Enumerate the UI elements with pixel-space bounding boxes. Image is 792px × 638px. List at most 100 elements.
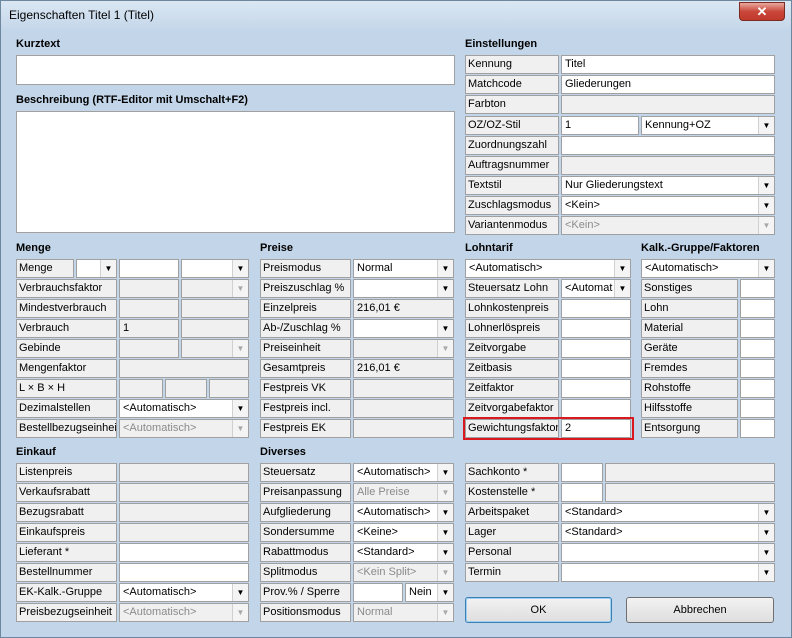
gebinde-select[interactable]: ▼ — [181, 339, 249, 358]
ozstil-select[interactable]: Kennung+OZ ▼ — [641, 116, 775, 135]
arbeitspaket-select[interactable]: <Standard> ▼ — [561, 503, 775, 522]
preisbezugseinheit-select[interactable]: <Automatisch> ▼ — [119, 603, 249, 622]
oz-input[interactable]: 1 — [561, 116, 639, 135]
preisanpassung-select[interactable]: Alle Preise ▼ — [353, 483, 454, 502]
zuschlagsmodus-select[interactable]: <Kein> ▼ — [561, 196, 775, 215]
lohnkostenpreis-input[interactable] — [561, 299, 631, 318]
gewichtungsfaktor-input[interactable]: 2 — [561, 419, 631, 438]
chevron-down-icon[interactable]: ▼ — [437, 504, 453, 521]
abzuschlag-select[interactable]: ▼ — [353, 319, 454, 338]
personal-select[interactable]: ▼ — [561, 543, 775, 562]
kalk-row-input[interactable] — [740, 419, 775, 438]
festpreis-ek-field[interactable] — [353, 419, 454, 438]
chevron-down-icon[interactable]: ▼ — [437, 544, 453, 561]
abbrechen-button[interactable]: Abbrechen — [626, 597, 774, 623]
sachkonto-input[interactable] — [561, 463, 603, 482]
sachkonto-name-field[interactable] — [605, 463, 775, 482]
chevron-down-icon[interactable]: ▼ — [758, 260, 774, 277]
zeitvorgabe-input[interactable] — [561, 339, 631, 358]
chevron-down-icon[interactable]: ▼ — [232, 420, 248, 437]
variantenmodus-select[interactable]: <Kein> ▼ — [561, 216, 775, 235]
preiseinheit-select[interactable]: ▼ — [353, 339, 454, 358]
title-bar[interactable]: Eigenschaften Titel 1 (Titel) ✕ — [1, 1, 791, 29]
chevron-down-icon[interactable]: ▼ — [437, 280, 453, 297]
beschreibung-editor[interactable] — [16, 111, 455, 233]
kalk-select[interactable]: <Automatisch> ▼ — [641, 259, 775, 278]
kalk-row-input[interactable] — [740, 319, 775, 338]
kalk-row-input[interactable] — [740, 399, 775, 418]
prov-input[interactable] — [353, 583, 403, 602]
chevron-down-icon[interactable]: ▼ — [437, 484, 453, 501]
verbrauchsfaktor-field[interactable] — [119, 279, 179, 298]
kalk-row-input[interactable] — [740, 379, 775, 398]
kalk-row-input[interactable] — [740, 339, 775, 358]
chevron-down-icon[interactable]: ▼ — [758, 564, 774, 581]
steuersatz-select[interactable]: <Automatisch> ▼ — [353, 463, 454, 482]
preiszuschlag-select[interactable]: ▼ — [353, 279, 454, 298]
chevron-down-icon[interactable]: ▼ — [758, 177, 774, 194]
preismodus-select[interactable]: Normal ▼ — [353, 259, 454, 278]
chevron-down-icon[interactable]: ▼ — [758, 197, 774, 214]
chevron-down-icon[interactable]: ▼ — [232, 400, 248, 417]
bestellbezugseinheit-select[interactable]: <Automatisch> ▼ — [119, 419, 249, 438]
chevron-down-icon[interactable]: ▼ — [437, 320, 453, 337]
zuordnungszahl-input[interactable] — [561, 136, 775, 155]
einkaufspreis-field[interactable] — [119, 523, 249, 542]
bezugsrabatt-field[interactable] — [119, 503, 249, 522]
chevron-down-icon[interactable]: ▼ — [232, 260, 248, 277]
breite-field[interactable] — [165, 379, 207, 398]
chevron-down-icon[interactable]: ▼ — [758, 544, 774, 561]
lohnerloespreis-input[interactable] — [561, 319, 631, 338]
chevron-down-icon[interactable]: ▼ — [758, 524, 774, 541]
chevron-down-icon[interactable]: ▼ — [100, 260, 116, 277]
laenge-field[interactable] — [119, 379, 163, 398]
kostenstelle-input[interactable] — [561, 483, 603, 502]
sperre-select[interactable]: Nein ▼ — [405, 583, 454, 602]
steuersatz-lohn-select[interactable]: <Automat ▼ — [561, 279, 631, 298]
close-button[interactable]: ✕ — [739, 2, 785, 21]
aufgliederung-select[interactable]: <Automatisch> ▼ — [353, 503, 454, 522]
chevron-down-icon[interactable]: ▼ — [758, 117, 774, 134]
zeitvorgabefaktor-input[interactable] — [561, 399, 631, 418]
chevron-down-icon[interactable]: ▼ — [437, 340, 453, 357]
menge-input[interactable] — [119, 259, 179, 278]
festpreis-incl-field[interactable] — [353, 399, 454, 418]
verbrauch-field[interactable]: 1 — [119, 319, 179, 338]
menge-unit-select[interactable]: ▼ — [76, 259, 117, 278]
kalk-row-input[interactable] — [740, 359, 775, 378]
hoehe-field[interactable] — [209, 379, 249, 398]
menge-einheit-select[interactable]: ▼ — [181, 259, 249, 278]
chevron-down-icon[interactable]: ▼ — [232, 280, 248, 297]
kalk-row-input[interactable] — [740, 299, 775, 318]
lohntarif-select[interactable]: <Automatisch> ▼ — [465, 259, 631, 278]
zeitbasis-input[interactable] — [561, 359, 631, 378]
ek-kalk-gruppe-select[interactable]: <Automatisch> ▼ — [119, 583, 249, 602]
listenpreis-field[interactable] — [119, 463, 249, 482]
chevron-down-icon[interactable]: ▼ — [758, 504, 774, 521]
termin-select[interactable]: ▼ — [561, 563, 775, 582]
chevron-down-icon[interactable]: ▼ — [437, 564, 453, 581]
chevron-down-icon[interactable]: ▼ — [437, 584, 453, 601]
verkaufsrabatt-field[interactable] — [119, 483, 249, 502]
auftragsnummer-field[interactable] — [561, 156, 775, 175]
gesamtpreis-field[interactable]: 216,01 € — [353, 359, 454, 378]
chevron-down-icon[interactable]: ▼ — [614, 260, 630, 277]
farbton-field[interactable] — [561, 95, 775, 114]
chevron-down-icon[interactable]: ▼ — [437, 524, 453, 541]
mindestverbrauch-field[interactable] — [119, 299, 179, 318]
chevron-down-icon[interactable]: ▼ — [437, 464, 453, 481]
lager-select[interactable]: <Standard> ▼ — [561, 523, 775, 542]
positionsmodus-select[interactable]: Normal ▼ — [353, 603, 454, 622]
ok-button[interactable]: OK — [465, 597, 612, 623]
kostenstelle-name-field[interactable] — [605, 483, 775, 502]
festpreis-vk-field[interactable] — [353, 379, 454, 398]
verbrauchsfaktor-select[interactable]: ▼ — [181, 279, 249, 298]
kurztext-input[interactable] — [16, 55, 455, 85]
mengenfaktor-field[interactable] — [119, 359, 249, 378]
mindestverbrauch-field-2[interactable] — [181, 299, 249, 318]
lieferant-input[interactable] — [119, 543, 249, 562]
chevron-down-icon[interactable]: ▼ — [614, 280, 630, 297]
chevron-down-icon[interactable]: ▼ — [232, 340, 248, 357]
kalk-row-input[interactable] — [740, 279, 775, 298]
matchcode-input[interactable]: Gliederungen — [561, 75, 775, 94]
